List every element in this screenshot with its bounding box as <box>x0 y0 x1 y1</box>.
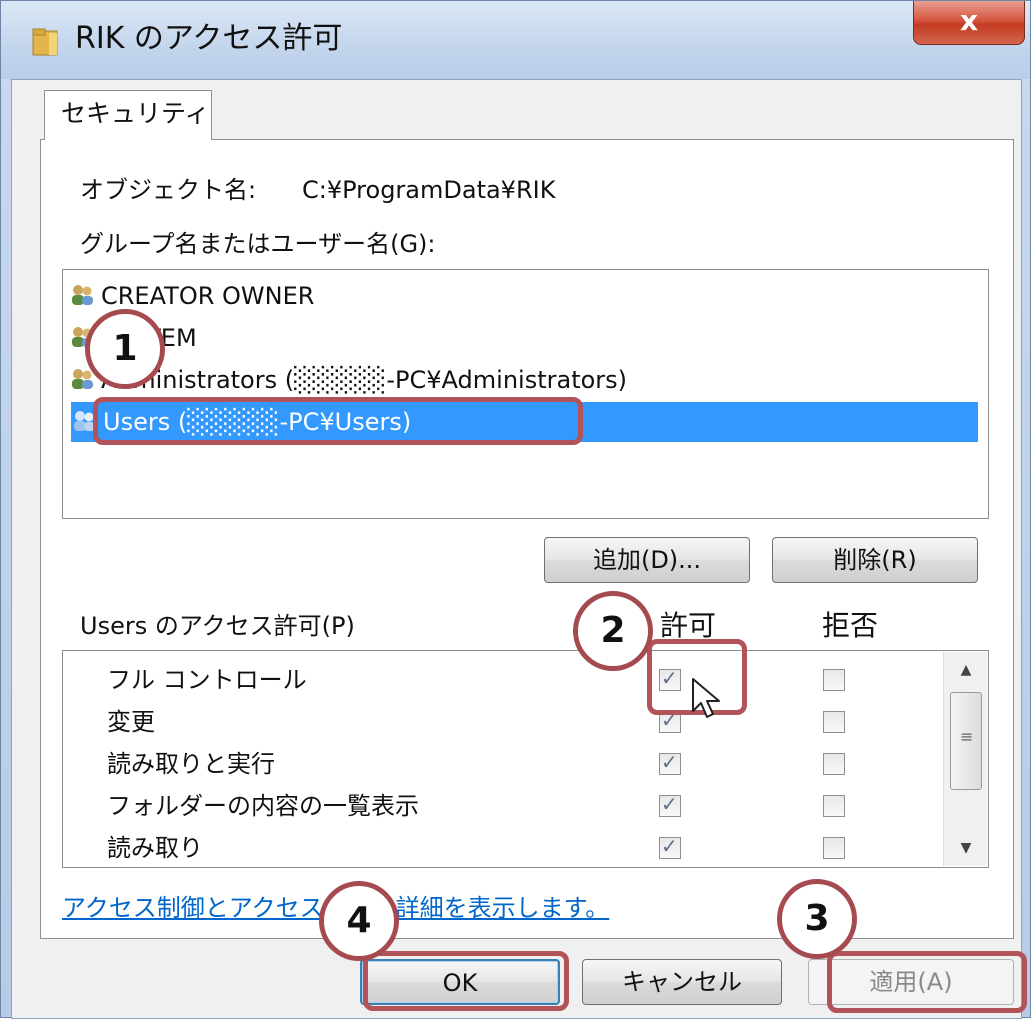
step-2-marker: 2 <box>573 591 653 671</box>
vertical-scrollbar[interactable]: ▲ ≡ ▼ <box>943 652 987 866</box>
permissions-dialog: RIK のアクセス許可 x セキュリティ オブジェクト名: C:¥Program… <box>0 0 1031 1019</box>
highlight-users-row <box>93 397 583 445</box>
highlight-ok-button <box>363 951 569 1011</box>
dialog-client-area: セキュリティ オブジェクト名: C:¥ProgramData¥RIK グループ名… <box>11 79 1022 1019</box>
step-1-marker: 1 <box>85 309 165 389</box>
scroll-up-icon[interactable]: ▲ <box>944 652 988 688</box>
permissions-list: フル コントロール ✓ 変更 ✓ 読み取りと実行 ✓ フォルダーの内容の一覧表示… <box>62 650 989 868</box>
deny-column-header: 拒否 <box>822 609 879 642</box>
deny-checkbox[interactable] <box>823 837 845 859</box>
permission-row: フル コントロール ✓ <box>63 659 913 701</box>
deny-checkbox[interactable] <box>823 753 845 775</box>
add-button[interactable]: 追加(D)... <box>544 537 750 583</box>
folder-icon <box>32 28 58 56</box>
list-item[interactable]: CREATOR OWNER <box>69 276 314 316</box>
checkmark-icon: ✓ <box>661 792 678 816</box>
grip-icon: ≡ <box>960 727 974 746</box>
permission-row: 変更 ✓ <box>63 701 913 743</box>
allow-column-header: 許可 <box>660 609 717 642</box>
scroll-thumb[interactable]: ≡ <box>950 692 982 790</box>
cancel-button[interactable]: キャンセル <box>582 959 782 1005</box>
allow-checkbox[interactable]: ✓ <box>659 792 681 817</box>
close-button[interactable]: x <box>913 1 1025 45</box>
deny-checkbox[interactable] <box>823 669 845 691</box>
permission-name: フォルダーの内容の一覧表示 <box>107 792 419 820</box>
group-list[interactable]: CREATOR OWNER SYSTEM Administrators (░░░… <box>62 269 989 519</box>
checkmark-icon: ✓ <box>661 750 678 774</box>
permission-row: 読み取り ✓ <box>63 827 913 869</box>
deny-checkbox[interactable] <box>823 795 845 817</box>
permissions-label: Users のアクセス許可(P) <box>80 612 355 640</box>
group-name: CREATOR OWNER <box>101 282 315 310</box>
permission-row: 読み取りと実行 ✓ <box>63 743 913 785</box>
allow-checkbox[interactable]: ✓ <box>659 750 681 775</box>
permission-name: フル コントロール <box>107 666 307 694</box>
step-3-marker: 3 <box>777 879 857 959</box>
remove-button[interactable]: 削除(R) <box>772 537 978 583</box>
group-name: Administrators (░░░░░-PC¥Administrators) <box>101 366 628 394</box>
permission-name: 読み取りと実行 <box>107 750 275 778</box>
permission-row: フォルダーの内容の一覧表示 ✓ <box>63 785 913 827</box>
step-4-marker: 4 <box>319 881 399 961</box>
object-name-label: オブジェクト名: <box>80 176 257 204</box>
scroll-down-icon[interactable]: ▼ <box>944 830 988 866</box>
highlight-apply-button <box>827 951 1027 1013</box>
users-group-icon <box>72 285 93 305</box>
allow-checkbox[interactable]: ✓ <box>659 834 681 859</box>
object-name-value: C:¥ProgramData¥RIK <box>302 176 556 204</box>
permission-name: 変更 <box>107 708 155 736</box>
mouse-cursor-icon <box>692 678 720 718</box>
permission-name: 読み取り <box>107 834 203 862</box>
tab-security[interactable]: セキュリティ <box>44 90 212 140</box>
window-title: RIK のアクセス許可 <box>75 21 343 56</box>
deny-checkbox[interactable] <box>823 711 845 733</box>
checkmark-icon: ✓ <box>661 834 678 858</box>
title-bar: RIK のアクセス許可 x <box>1 1 1030 79</box>
group-list-label: グループ名またはユーザー名(G): <box>80 230 436 258</box>
